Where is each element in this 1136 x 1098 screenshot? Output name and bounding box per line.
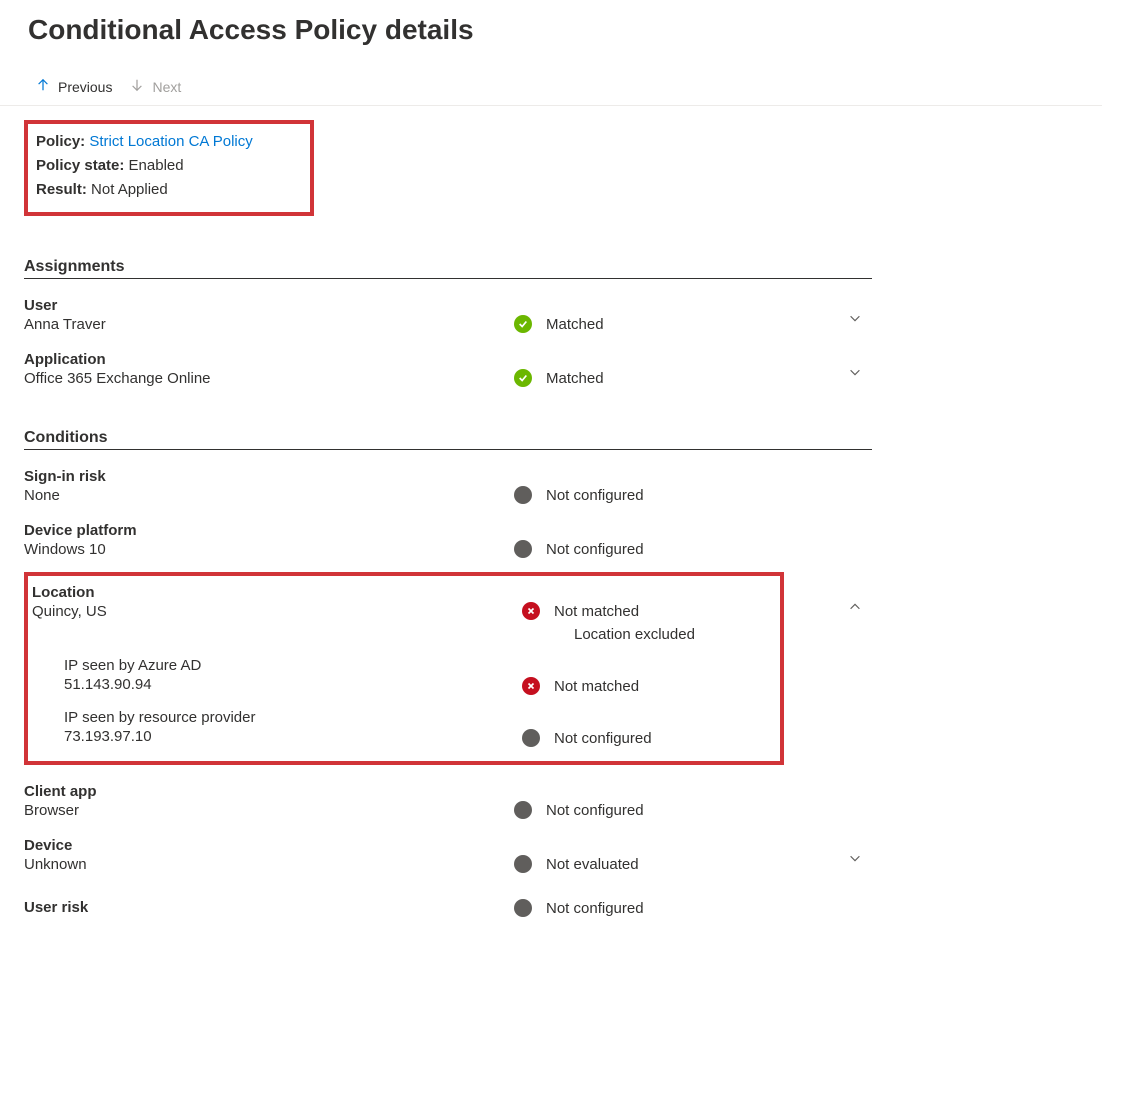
chevron-down-icon: [848, 312, 862, 328]
user-risk-status: Not configured: [546, 900, 644, 917]
application-status: Matched: [546, 370, 604, 387]
location-label: Location: [32, 584, 522, 601]
device-status: Not evaluated: [546, 856, 639, 873]
assignments-heading: Assignments: [24, 258, 872, 279]
assignment-user-row: User Anna Traver Matched: [24, 297, 872, 333]
location-highlight-box: Location Quincy, US Not matched Location…: [24, 572, 784, 765]
application-value: Office 365 Exchange Online: [24, 370, 514, 387]
result-label: Result:: [36, 181, 87, 198]
previous-label: Previous: [58, 79, 112, 95]
client-app-status: Not configured: [546, 802, 644, 819]
client-app-value: Browser: [24, 802, 514, 819]
client-app-row: Client app Browser Not configured: [24, 783, 872, 819]
assignment-application-row: Application Office 365 Exchange Online M…: [24, 351, 872, 387]
ip-azure-value: 51.143.90.94: [64, 676, 522, 693]
device-label: Device: [24, 837, 514, 854]
chevron-down-icon: [848, 852, 862, 868]
user-risk-row: User risk Not configured: [24, 899, 872, 917]
device-platform-status: Not configured: [546, 541, 644, 558]
dot-icon: [522, 729, 540, 747]
expand-application-toggle[interactable]: [848, 365, 862, 382]
policy-label: Policy:: [36, 133, 85, 150]
dot-icon: [514, 899, 532, 917]
device-platform-row: Device platform Windows 10 Not configure…: [24, 522, 872, 558]
x-icon: [522, 677, 540, 695]
signin-risk-status: Not configured: [546, 487, 644, 504]
arrow-up-icon: [36, 78, 50, 95]
location-row: Location Quincy, US Not matched: [28, 584, 770, 620]
user-value: Anna Traver: [24, 316, 514, 333]
check-icon: [514, 315, 532, 333]
collapse-location-toggle[interactable]: [848, 600, 862, 617]
check-icon: [514, 369, 532, 387]
user-label: User: [24, 297, 514, 314]
dot-icon: [514, 540, 532, 558]
ip-resource-label: IP seen by resource provider: [64, 709, 522, 726]
device-value: Unknown: [24, 856, 514, 873]
next-label: Next: [152, 79, 181, 95]
policy-summary-box: Policy: Strict Location CA Policy Policy…: [24, 120, 314, 216]
ip-resource-status: Not configured: [554, 730, 652, 747]
close-button[interactable]: [1096, 14, 1108, 44]
expand-user-toggle[interactable]: [848, 311, 862, 328]
ip-azure-row: IP seen by Azure AD 51.143.90.94 Not mat…: [28, 657, 770, 695]
device-platform-label: Device platform: [24, 522, 514, 539]
ip-resource-row: IP seen by resource provider 73.193.97.1…: [28, 709, 770, 747]
nav-bar: Previous Next: [0, 46, 1102, 106]
device-row: Device Unknown Not evaluated: [24, 837, 872, 873]
signin-risk-row: Sign-in risk None Not configured: [24, 468, 872, 504]
conditions-heading: Conditions: [24, 429, 872, 450]
location-excluded-note: Location excluded: [28, 626, 770, 643]
location-value: Quincy, US: [32, 603, 522, 620]
policy-state-label: Policy state:: [36, 157, 124, 174]
ip-azure-label: IP seen by Azure AD: [64, 657, 522, 674]
previous-button[interactable]: Previous: [36, 78, 112, 95]
dot-icon: [514, 801, 532, 819]
dot-icon: [514, 855, 532, 873]
ip-azure-status: Not matched: [554, 678, 639, 695]
signin-risk-label: Sign-in risk: [24, 468, 514, 485]
next-button[interactable]: Next: [130, 78, 181, 95]
user-status: Matched: [546, 316, 604, 333]
policy-name-link[interactable]: Strict Location CA Policy: [89, 133, 252, 150]
page-title: Conditional Access Policy details: [28, 14, 474, 46]
x-icon: [522, 602, 540, 620]
client-app-label: Client app: [24, 783, 514, 800]
device-platform-value: Windows 10: [24, 541, 514, 558]
chevron-up-icon: [848, 601, 862, 617]
location-status: Not matched: [554, 603, 639, 620]
chevron-down-icon: [848, 366, 862, 382]
policy-state-value: Enabled: [129, 157, 184, 174]
application-label: Application: [24, 351, 514, 368]
dot-icon: [514, 486, 532, 504]
signin-risk-value: None: [24, 487, 514, 504]
ip-resource-value: 73.193.97.10: [64, 728, 522, 745]
arrow-down-icon: [130, 78, 144, 95]
result-value: Not Applied: [91, 181, 168, 198]
user-risk-label: User risk: [24, 899, 514, 916]
expand-device-toggle[interactable]: [848, 851, 862, 868]
